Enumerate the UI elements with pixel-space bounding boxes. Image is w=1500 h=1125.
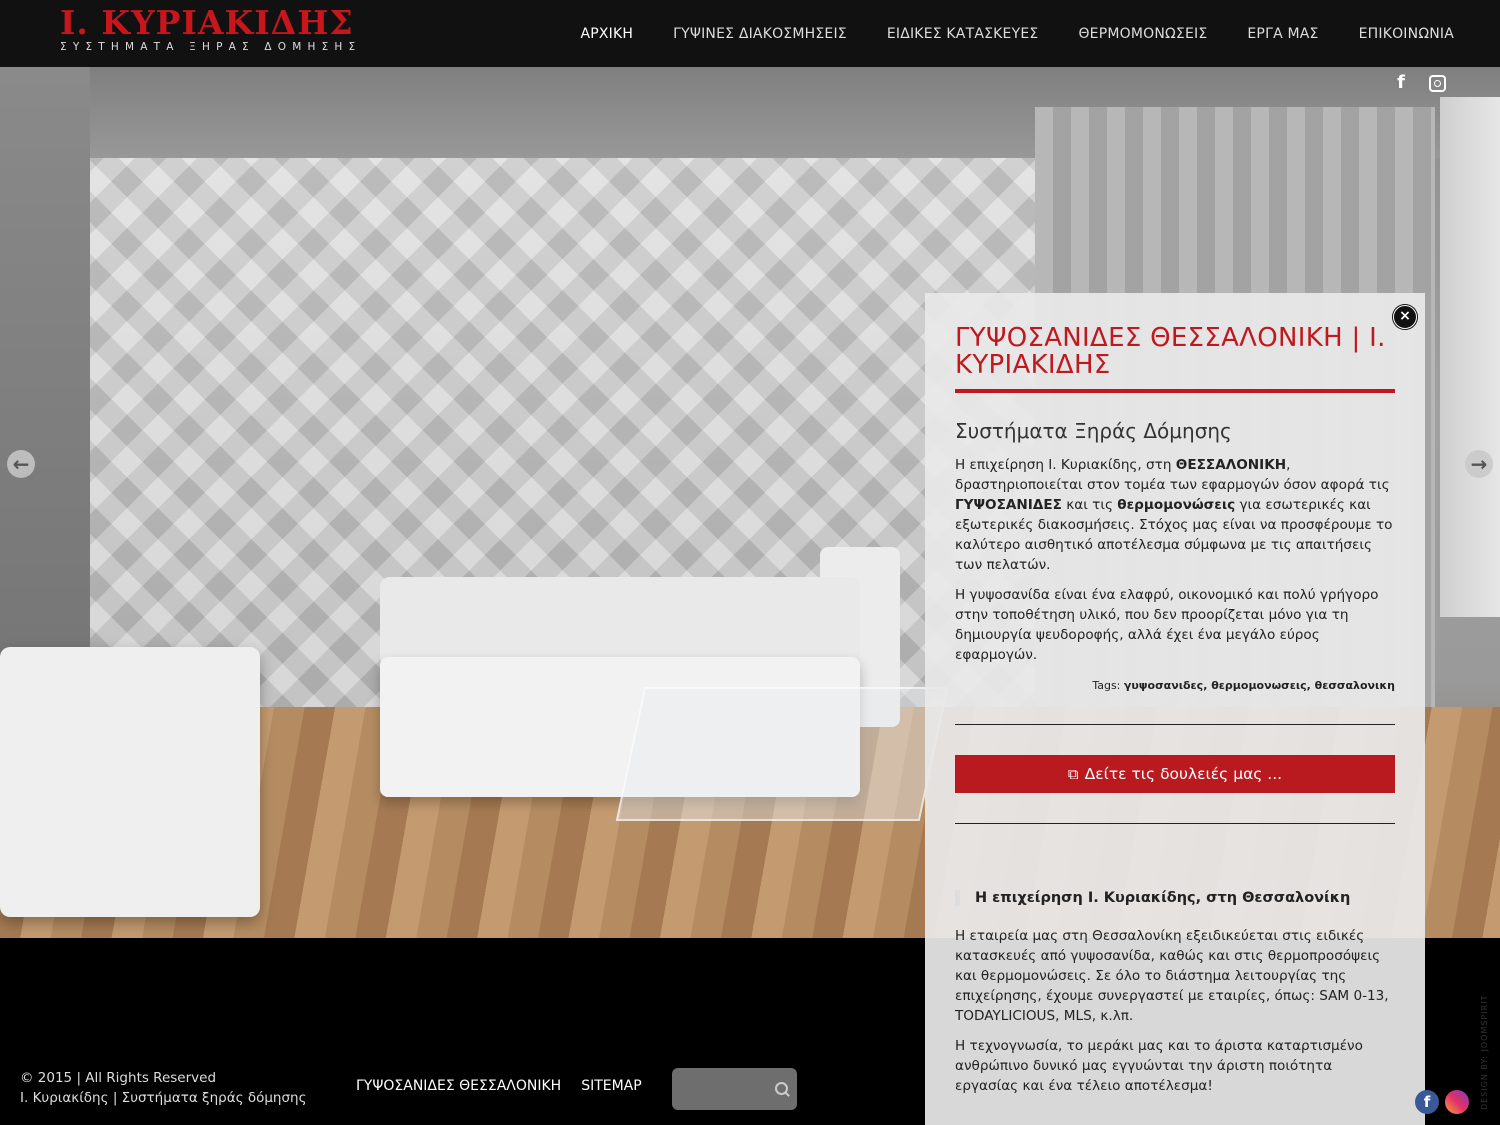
footer-copyright: © 2015 | All Rights Reserved Ι. Κυριακίδ… [20, 1068, 307, 1108]
site-header: Ι. ΚΥΡΙΑΚΙΔΗΣ ΣΥΣΤΗΜΑΤΑ ΞΗΡΑΣ ΔΟΜΗΣΗΣ ΑΡ… [0, 0, 1500, 67]
panel-subtitle: Συστήματα Ξηράς Δόμησης [955, 419, 1232, 443]
footer-link-gypsum[interactable]: ΓΥΨΟΣΑΝΙΔΕΣ ΘΕΣΣΑΛΟΝΙΚΗ [356, 1078, 561, 1094]
header-social-links: f [1392, 73, 1446, 93]
main-nav: ΑΡΧΙΚΗ ΓΥΨΙΝΕΣ ΔΙΑΚΟΣΜΗΣΕΙΣ ΕΙΔΙΚΕΣ ΚΑΤΑ… [540, 0, 1454, 67]
tags: Tags: γυψοσανιδες, θερμομονωσεις, θεσσαλ… [1092, 679, 1395, 692]
copyright-text: © 2015 | All Rights Reserved [20, 1070, 217, 1086]
company-paragraph: Η εταιρεία μας στη Θεσσαλονίκη εξειδικεύ… [955, 928, 1389, 1024]
nav-item-special-constructions[interactable]: ΕΙΔΙΚΕΣ ΚΑΤΑΣΚΕΥΕΣ [887, 26, 1039, 42]
company-heading: Η επιχείρηση Ι. Κυριακίδης, στη Θεσσαλον… [955, 890, 1395, 906]
facebook-round-icon[interactable]: f [1415, 1090, 1439, 1114]
tags-label: Tags: [1092, 679, 1124, 692]
nav-item-home[interactable]: ΑΡΧΙΚΗ [580, 26, 633, 42]
nav-item-our-projects[interactable]: ΕΡΓΑ ΜΑΣ [1247, 26, 1318, 42]
info-panel: × ΓΥΨΟΣΑΝΙΔΕΣ ΘΕΣΣΑΛΟΝΙΚΗ | Ι. ΚΥΡΙΑΚΙΔΗ… [925, 293, 1425, 1125]
see-our-work-button[interactable]: ⧉ Δείτε τις δουλειές μας ... [955, 755, 1395, 793]
cta-label: Δείτε τις δουλειές μας ... [1084, 765, 1283, 783]
slider-next-arrow-icon[interactable]: → [1465, 450, 1493, 478]
logo[interactable]: Ι. ΚΥΡΙΑΚΙΔΗΣ ΣΥΣΤΗΜΑΤΑ ΞΗΡΑΣ ΔΟΜΗΣΗΣ [60, 3, 362, 54]
footer-links: ΓΥΨΟΣΑΝΙΔΕΣ ΘΕΣΣΑΛΟΝΙΚΗ SITEMAP [356, 1078, 642, 1094]
tag-link[interactable]: γυψοσανιδες [1124, 679, 1203, 692]
divider [955, 724, 1395, 725]
knowhow-paragraph: Η τεχνογνωσία, το μεράκι μας και το άρισ… [955, 1038, 1363, 1094]
tag-link[interactable]: θερμομονωσεις [1211, 679, 1306, 692]
glass-table [615, 687, 949, 821]
hero-window [1440, 97, 1500, 617]
logo-title: Ι. ΚΥΡΙΑΚΙΔΗΣ [60, 3, 354, 42]
facebook-icon[interactable]: f [1392, 73, 1410, 93]
panel-title: ΓΥΨΟΣΑΝΙΔΕΣ ΘΕΣΣΑΛΟΝΙΚΗ | Ι. ΚΥΡΙΑΚΙΔΗΣ [955, 325, 1395, 393]
intro-paragraph: Η επιχείρηση Ι. Κυριακίδης, στη ΘΕΣΣΑΛΟΝ… [955, 457, 1393, 573]
footer-link-sitemap[interactable]: SITEMAP [581, 1078, 642, 1094]
floating-social-links: f [1415, 1090, 1469, 1114]
search-icon[interactable] [775, 1082, 788, 1095]
nav-item-contact[interactable]: ΕΠΙΚΟΙΝΩΝΙΑ [1359, 26, 1454, 42]
nav-item-thermal-insulation[interactable]: ΘΕΡΜΟΜΟΝΩΣΕΙΣ [1078, 26, 1207, 42]
armchair [0, 647, 260, 917]
company-text: Ι. Κυριακίδης | Συστήματα ξηράς δόμησης [20, 1090, 307, 1106]
tag-link[interactable]: θεσσαλονικη [1315, 679, 1395, 692]
sofa-back [380, 577, 860, 667]
design-credit: DESIGN BY: JOOMSPIRIT [1480, 994, 1489, 1110]
logo-tagline: ΣΥΣΤΗΜΑΤΑ ΞΗΡΑΣ ΔΟΜΗΣΗΣ [60, 41, 362, 53]
external-link-icon: ⧉ [1067, 765, 1079, 783]
gypsum-paragraph: Η γυψοσανίδα είναι ένα ελαφρύ, οικονομικ… [955, 587, 1379, 663]
instagram-icon[interactable] [1428, 73, 1446, 93]
search-box [672, 1068, 797, 1110]
close-icon[interactable]: × [1393, 305, 1417, 329]
nav-item-gypsum-decorations[interactable]: ΓΥΨΙΝΕΣ ΔΙΑΚΟΣΜΗΣΕΙΣ [673, 26, 847, 42]
slider-prev-arrow-icon[interactable]: ← [7, 450, 35, 478]
divider [955, 823, 1395, 824]
search-input[interactable] [680, 1076, 774, 1104]
instagram-round-icon[interactable] [1445, 1090, 1469, 1114]
